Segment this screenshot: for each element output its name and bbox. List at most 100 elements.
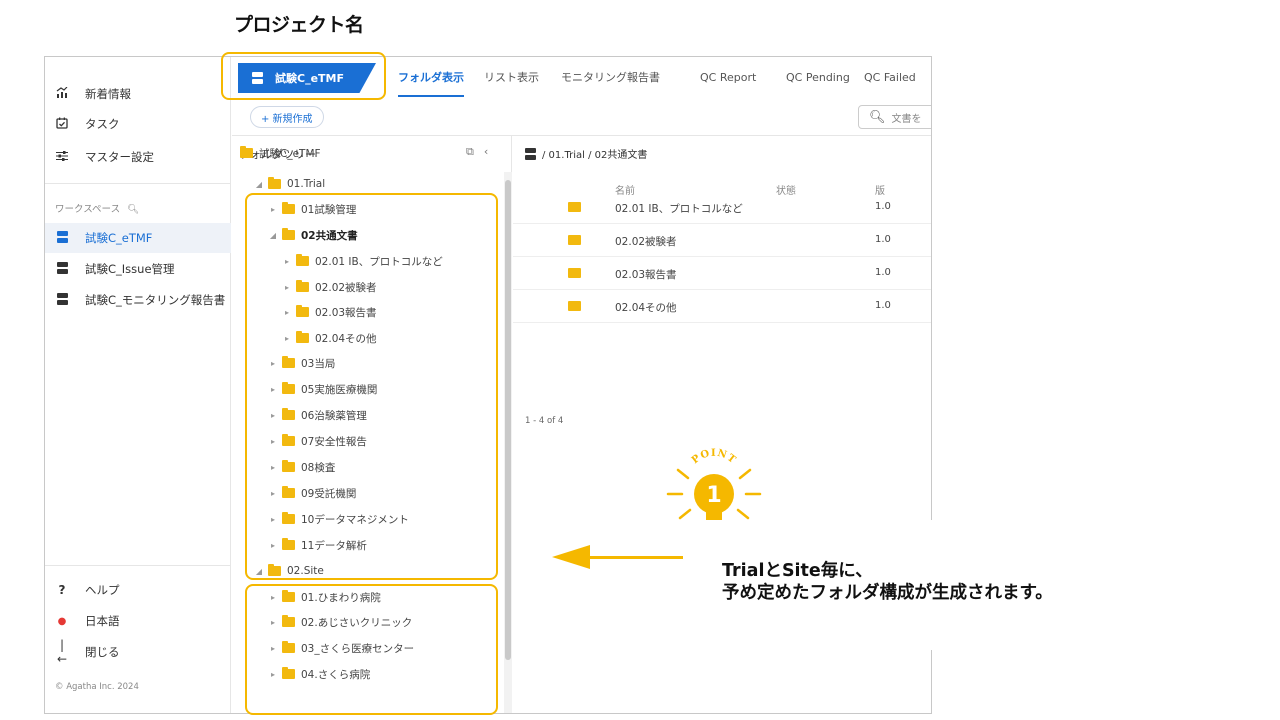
folder-icon xyxy=(268,177,281,189)
tree-folder-label: 02共通文書 xyxy=(301,229,358,242)
folder-icon xyxy=(568,202,581,212)
new-create-button[interactable]: + 新規作成 xyxy=(250,106,324,128)
caret-right-icon[interactable]: ▸ xyxy=(268,205,278,214)
sidebar-item-workspace-issue[interactable]: 試験C_Issue管理 xyxy=(45,254,231,284)
tab-monitoring-report[interactable]: モニタリング報告書 xyxy=(561,57,660,97)
caret-right-icon[interactable]: ▸ xyxy=(268,644,278,653)
folder-icon xyxy=(296,305,309,317)
tree-folder-row[interactable]: ▸ 04.さくら病院 xyxy=(268,663,370,685)
folder-icon xyxy=(282,228,295,240)
caret-right-icon[interactable]: ▸ xyxy=(268,670,278,679)
tree-folder-row[interactable]: ◢ 02.Site xyxy=(254,560,324,582)
tab-folder-view[interactable]: フォルダ表示 xyxy=(398,57,464,97)
callout-line-1: TrialとSite毎に、 xyxy=(722,561,873,581)
caret-right-icon[interactable]: ▸ xyxy=(282,257,292,266)
breadcrumb: / 01.Trial / 02共通文書 xyxy=(525,146,647,161)
tree-folder-row[interactable]: ▸ 01試験管理 xyxy=(268,198,356,220)
database-icon xyxy=(55,261,69,277)
sidebar-item-help[interactable]: ? ヘルプ xyxy=(45,575,231,605)
tree-folder-row[interactable]: ▸ 11データ解析 xyxy=(268,534,367,556)
caret-right-icon[interactable]: ▸ xyxy=(268,515,278,524)
sidebar-item-close[interactable]: |← 閉じる xyxy=(45,637,231,667)
tab-list-view[interactable]: リスト表示 xyxy=(484,57,539,97)
sidebar-item-label: 閉じる xyxy=(85,645,120,659)
tab-qc-report[interactable]: QC Report xyxy=(700,57,756,97)
tree-folder-label: 02.01 IB、プロトコルなど xyxy=(315,255,443,268)
sidebar-item-tasks[interactable]: タスク xyxy=(45,109,231,139)
list-item[interactable]: 02.01 IB、プロトコルなど 1.0 xyxy=(513,191,931,224)
tree-folder-row[interactable]: ▸ 08検査 xyxy=(268,456,335,478)
sidebar-divider xyxy=(45,565,231,566)
caret-down-icon[interactable]: ◢ xyxy=(254,567,264,576)
caret-right-icon[interactable]: ▸ xyxy=(282,308,292,317)
language-dot-icon: ● xyxy=(57,615,67,627)
list-item-name: 02.01 IB、プロトコルなど xyxy=(615,203,743,215)
copy-icon[interactable]: ⧉ xyxy=(466,145,474,159)
tree-folder-row[interactable]: ▸ 03当局 xyxy=(268,352,335,374)
tree-folder-row[interactable]: ▸ 03_さくら医療センター xyxy=(268,637,414,659)
sidebar-item-workspace-etmf[interactable]: 試験C_eTMF xyxy=(45,223,231,253)
folder-icon xyxy=(282,667,295,679)
copyright: © Agatha Inc. 2024 xyxy=(55,682,139,692)
caret-right-icon[interactable]: ▸ xyxy=(268,385,278,394)
tree-folder-row[interactable]: ▸ 02.03報告書 xyxy=(282,301,377,323)
tree-folder-label: 09受託機関 xyxy=(301,487,357,500)
sidebar-item-master-settings[interactable]: マスター設定 xyxy=(45,142,231,172)
tree-folder-label: 10データマネジメント xyxy=(301,513,409,526)
tab-qc-failed[interactable]: QC Failed xyxy=(864,57,916,97)
caret-down-icon[interactable]: ◢ xyxy=(254,180,264,189)
tree-folder-row[interactable]: ◢ 02共通文書 xyxy=(268,224,358,246)
list-item[interactable]: 02.04その他 1.0 xyxy=(513,290,931,323)
tree-folder-label: 03_さくら医療センター xyxy=(301,642,415,655)
tree-folder-row[interactable]: ▸ 07安全性報告 xyxy=(268,430,367,452)
tree-folder-row[interactable]: ▸ 02.04その他 xyxy=(282,327,377,349)
tree-folder-row[interactable]: ▸ 06治験薬管理 xyxy=(268,404,367,426)
caret-right-icon[interactable]: ▸ xyxy=(268,541,278,550)
folder-icon xyxy=(282,590,295,602)
caret-right-icon[interactable]: ▸ xyxy=(268,411,278,420)
svg-text:POINT: POINT xyxy=(690,448,738,466)
chevron-left-icon[interactable]: ‹ xyxy=(484,145,488,159)
tree-folder-row[interactable]: ▸ 05実施医療機関 xyxy=(268,378,377,400)
tree-folder-row[interactable]: ▸ 02.01 IB、プロトコルなど xyxy=(282,250,443,272)
database-icon xyxy=(525,147,536,160)
folder-icon xyxy=(282,538,295,550)
tree-folder-row[interactable]: ▸ 10データマネジメント xyxy=(268,508,409,530)
sidebar-item-workspace-monitoring[interactable]: 試験C_モニタリング報告書 xyxy=(45,285,231,315)
caret-right-icon[interactable]: ▸ xyxy=(268,489,278,498)
folder-icon xyxy=(568,268,581,278)
sidebar-item-news[interactable]: 新着情報 xyxy=(45,79,231,109)
sidebar-item-label: 日本語 xyxy=(85,614,120,628)
caret-right-icon[interactable]: ▸ xyxy=(268,593,278,602)
search-icon[interactable]: 🔍︎ xyxy=(127,204,139,215)
tree-scrollbar[interactable] xyxy=(504,172,512,713)
list-item[interactable]: 02.03報告書 1.0 xyxy=(513,257,931,290)
tree-folder-row[interactable]: 試験C_eTMF xyxy=(240,142,321,164)
tree-folder-row[interactable]: ▸ 09受託機関 xyxy=(268,482,356,504)
scrollbar-thumb[interactable] xyxy=(505,180,511,660)
list-item[interactable]: 02.02被験者 1.0 xyxy=(513,224,931,257)
list-item-version: 1.0 xyxy=(875,234,891,245)
folder-icon xyxy=(568,301,581,311)
caret-right-icon[interactable]: ▸ xyxy=(268,463,278,472)
folder-icon xyxy=(296,331,309,343)
callout-text: TrialとSite毎に、 予め定めたフォルダ構成が生成されます。 xyxy=(722,560,1053,604)
tree-folder-row[interactable]: ▸ 01.ひまわり病院 xyxy=(268,586,381,608)
tree-folder-label: 05実施医療機関 xyxy=(301,383,378,396)
caret-right-icon[interactable]: ▸ xyxy=(268,437,278,446)
caret-right-icon[interactable]: ▸ xyxy=(282,283,292,292)
sidebar-item-language[interactable]: ● 日本語 xyxy=(45,606,231,636)
tree-folder-row[interactable]: ▸ 02.あじさいクリニック xyxy=(268,611,412,633)
search-input[interactable]: 🔍︎ 文書を xyxy=(858,105,931,129)
list-item-name: 02.03報告書 xyxy=(615,269,677,281)
tree-folder-label: 01.Trial xyxy=(287,178,326,190)
caret-down-icon[interactable]: ◢ xyxy=(268,231,278,240)
tree-folder-row[interactable]: ▸ 02.02被験者 xyxy=(282,276,377,298)
caret-right-icon[interactable]: ▸ xyxy=(282,334,292,343)
tab-qc-pending[interactable]: QC Pending xyxy=(786,57,850,97)
tab-project[interactable]: 試験C_eTMF xyxy=(238,63,376,93)
caret-right-icon[interactable]: ▸ xyxy=(268,359,278,368)
caret-right-icon[interactable]: ▸ xyxy=(268,618,278,627)
tree-folder-row[interactable]: ◢ 01.Trial xyxy=(254,173,325,195)
arrow-left-icon xyxy=(552,545,590,569)
